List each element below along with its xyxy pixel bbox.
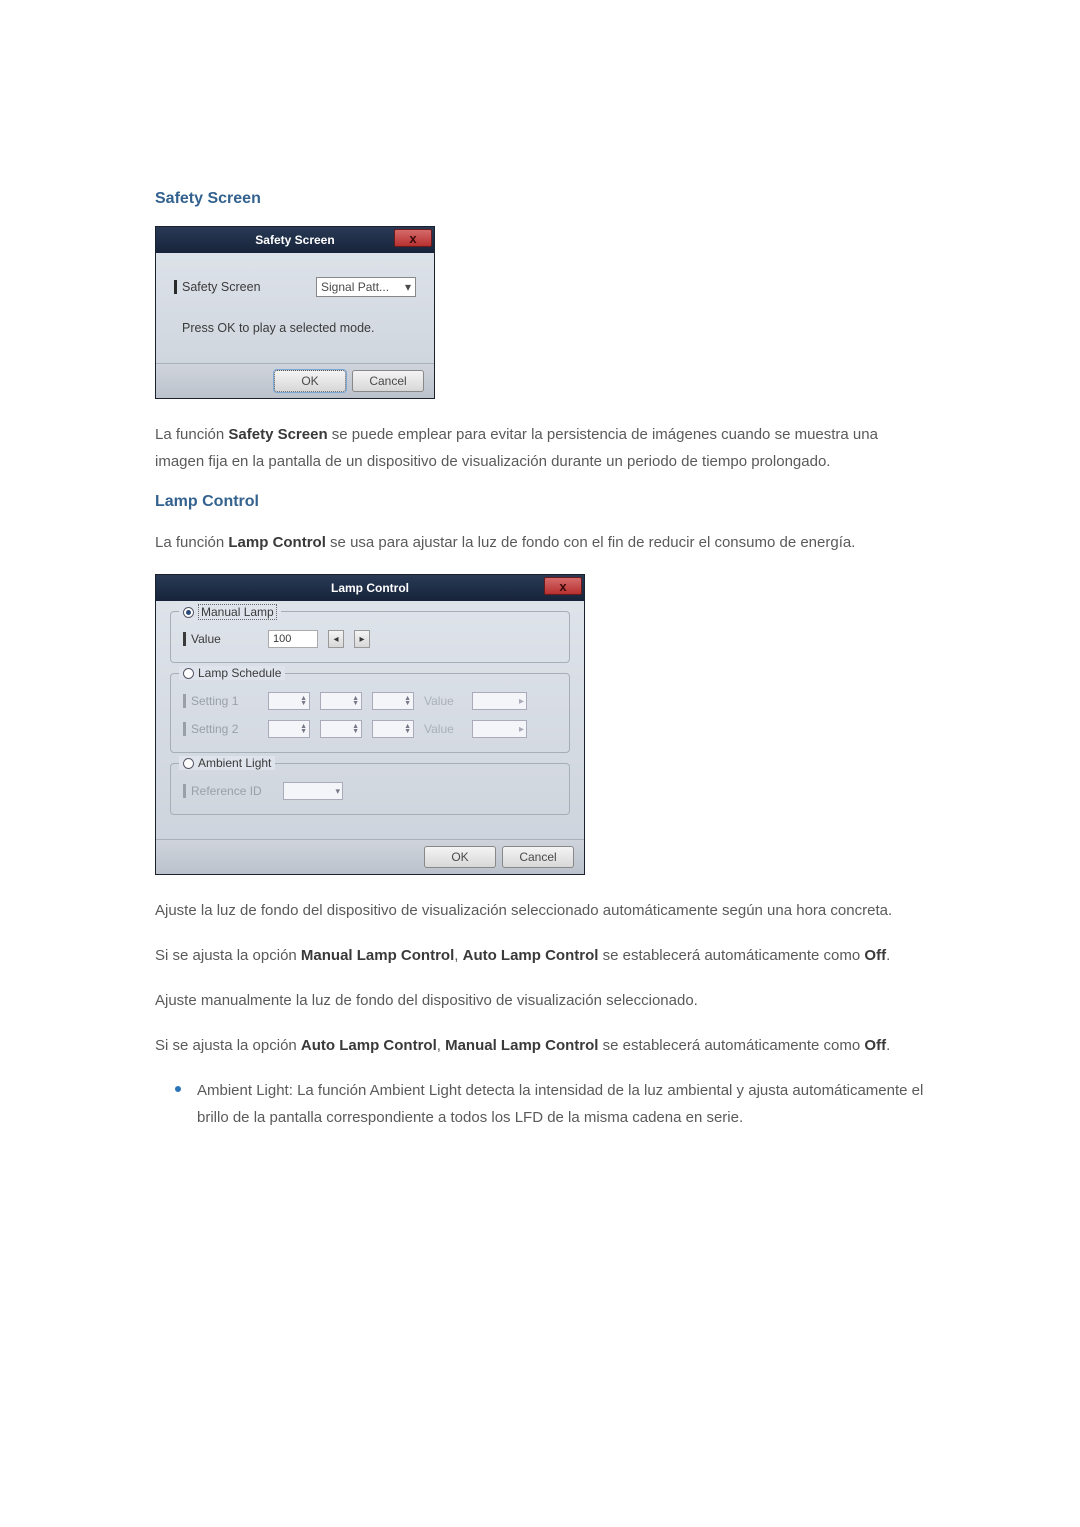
manual-lamp-group: Manual Lamp Value 100 ◂ ▸ — [170, 611, 570, 663]
ok-button[interactable]: OK — [424, 846, 496, 868]
close-button[interactable]: x — [544, 577, 582, 595]
lamp-p1: Ajuste la luz de fondo del dispositivo d… — [155, 897, 925, 924]
group-legend-label: Ambient Light — [198, 756, 271, 770]
ambient-light-radio[interactable]: Ambient Light — [179, 756, 275, 770]
lamp-control-intro: La función Lamp Control se usa para ajus… — [155, 529, 925, 556]
dialog-title: Safety Screen — [255, 233, 334, 247]
setting2-min-spinner: ▲▼ — [320, 720, 362, 738]
lamp-p2: Si se ajusta la opción Manual Lamp Contr… — [155, 942, 925, 969]
lamp-schedule-group: Lamp Schedule Setting 1 ▲▼ ▲▼ ▲▼ Value ▸… — [170, 673, 570, 753]
chevron-down-icon: ▾ — [405, 280, 411, 294]
value-label: Value — [183, 632, 258, 646]
lamp-p4: Si se ajusta la opción Auto Lamp Control… — [155, 1032, 925, 1059]
setting1-hour-spinner: ▲▼ — [268, 692, 310, 710]
slider-increase-button[interactable]: ▸ — [354, 630, 370, 648]
safety-screen-heading: Safety Screen — [155, 190, 925, 208]
reference-id-select: ▾ — [283, 782, 343, 800]
group-legend-label: Manual Lamp — [198, 604, 277, 620]
dialog-titlebar: Lamp Control x — [156, 575, 584, 601]
safety-screen-dialog: Safety Screen x Safety Screen Signal Pat… — [155, 226, 435, 399]
radio-icon — [183, 668, 194, 679]
lamp-schedule-radio[interactable]: Lamp Schedule — [179, 666, 285, 680]
setting2-label: Setting 2 — [183, 722, 258, 736]
ambient-light-bullet: Ambient Light: La función Ambient Light … — [175, 1077, 925, 1131]
value-label: Value — [424, 722, 462, 736]
safety-screen-select[interactable]: Signal Patt... ▾ — [316, 277, 416, 297]
manual-lamp-radio[interactable]: Manual Lamp — [179, 604, 281, 620]
safety-screen-field-label: Safety Screen — [174, 280, 261, 294]
cancel-button[interactable]: Cancel — [352, 370, 424, 392]
lamp-p3: Ajuste manualmente la luz de fondo del d… — [155, 987, 925, 1014]
setting1-min-spinner: ▲▼ — [320, 692, 362, 710]
group-legend-label: Lamp Schedule — [198, 666, 281, 680]
slider-decrease-button[interactable]: ◂ — [328, 630, 344, 648]
lamp-control-dialog: Lamp Control x Manual Lamp Value 100 ◂ ▸… — [155, 574, 585, 875]
chevron-down-icon: ▾ — [335, 786, 340, 797]
close-icon: x — [409, 231, 416, 246]
close-button[interactable]: x — [394, 229, 432, 247]
dialog-titlebar: Safety Screen x — [156, 227, 434, 253]
close-icon: x — [559, 579, 566, 594]
value-label: Value — [424, 694, 462, 708]
setting2-value-slider: ▸ — [472, 720, 527, 738]
setting2-ampm-spinner: ▲▼ — [372, 720, 414, 738]
ambient-light-group: Ambient Light Reference ID ▾ — [170, 763, 570, 815]
safety-screen-description: La función Safety Screen se puede emplea… — [155, 421, 925, 475]
dialog-title: Lamp Control — [331, 581, 409, 595]
lamp-control-heading: Lamp Control — [155, 493, 925, 511]
instruction-text: Press OK to play a selected mode. — [174, 321, 416, 335]
setting1-label: Setting 1 — [183, 694, 258, 708]
setting2-hour-spinner: ▲▼ — [268, 720, 310, 738]
setting1-value-slider: ▸ — [472, 692, 527, 710]
value-input[interactable]: 100 — [268, 630, 318, 648]
reference-id-label: Reference ID — [183, 784, 273, 798]
ok-button[interactable]: OK — [274, 370, 346, 392]
setting1-ampm-spinner: ▲▼ — [372, 692, 414, 710]
select-value: Signal Patt... — [321, 280, 389, 294]
cancel-button[interactable]: Cancel — [502, 846, 574, 868]
radio-icon — [183, 607, 194, 618]
radio-icon — [183, 758, 194, 769]
